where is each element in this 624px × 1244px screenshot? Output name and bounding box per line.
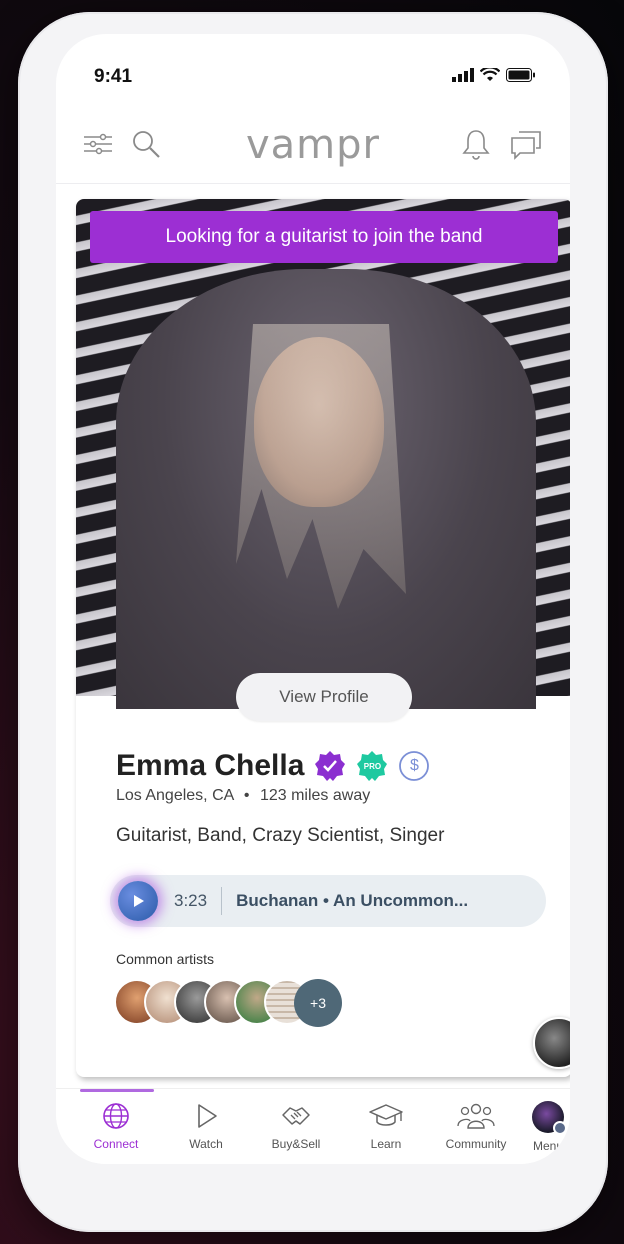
battery-icon xyxy=(506,68,535,82)
track-duration: 3:23 xyxy=(174,891,208,910)
play-icon xyxy=(134,895,144,907)
track-title: Buchanan • An Uncommon... xyxy=(236,891,469,910)
app-screen: 9:41 vampr Looking for a guitarist to jo… xyxy=(56,34,570,1164)
common-artists-label: Common artists xyxy=(116,951,215,967)
bell-icon xyxy=(462,130,490,160)
tab-label: Connect xyxy=(93,1137,139,1151)
more-artists-count[interactable]: +3 xyxy=(294,979,342,1027)
status-time: 9:41 xyxy=(94,66,133,87)
people-icon xyxy=(457,1103,495,1129)
messages-button[interactable] xyxy=(508,126,544,162)
phone-frame: 9:41 vampr Looking for a guitarist to jo… xyxy=(18,12,608,1232)
tab-label: Buy&Sell xyxy=(271,1137,321,1151)
tab-label: Watch xyxy=(189,1137,223,1151)
handshake-icon xyxy=(282,1107,310,1125)
profile-location-row: Los Angeles, CA • 123 miles away xyxy=(116,787,370,805)
view-profile-button[interactable]: View Profile xyxy=(236,673,412,721)
signal-icon xyxy=(452,68,474,82)
tab-label: Menu xyxy=(532,1139,564,1153)
play-button[interactable] xyxy=(118,881,158,921)
dollar-badge-text: $ xyxy=(409,757,419,774)
chat-icon xyxy=(511,131,541,160)
tab-label: Community xyxy=(445,1137,507,1151)
graduation-cap-icon xyxy=(369,1104,403,1126)
bottom-tab-bar: Connect Watch Buy&Sell Learn Community M… xyxy=(56,1088,570,1164)
profile-distance: 123 miles away xyxy=(259,787,371,804)
globe-icon xyxy=(103,1103,129,1129)
wifi-icon xyxy=(480,68,500,81)
menu-badge-icon xyxy=(553,1121,567,1135)
audio-player[interactable]: 3:23 Buchanan • An Uncommon... xyxy=(110,875,546,927)
pro-badge-text: PRO xyxy=(363,761,382,771)
profile-photo[interactable]: Looking for a guitarist to join the band xyxy=(76,199,570,709)
tab-menu[interactable]: Menu xyxy=(526,1101,570,1153)
menu-avatar-icon xyxy=(532,1101,567,1135)
active-tab-indicator xyxy=(80,1089,154,1092)
verified-icon xyxy=(315,751,346,781)
player-divider xyxy=(221,887,223,915)
common-artists-list[interactable]: +3 xyxy=(114,979,342,1027)
tab-community[interactable]: Community xyxy=(436,1101,516,1151)
app-header: vampr xyxy=(56,106,570,184)
play-icon xyxy=(198,1104,217,1128)
profile-tags: Guitarist, Band, Crazy Scientist, Singer xyxy=(116,825,445,846)
notifications-button[interactable] xyxy=(458,126,494,162)
tab-label: Learn xyxy=(370,1137,402,1151)
status-bar: 9:41 xyxy=(56,34,570,106)
tab-learn[interactable]: Learn xyxy=(346,1101,426,1151)
status-icons xyxy=(452,68,536,82)
location-separator: • xyxy=(243,787,250,804)
tab-connect[interactable]: Connect xyxy=(76,1101,156,1151)
name-row: Emma Chella PRO $ xyxy=(116,749,430,783)
looking-for-banner: Looking for a guitarist to join the band xyxy=(90,211,558,263)
dollar-badge: $ xyxy=(398,750,430,782)
pro-badge: PRO xyxy=(356,750,388,782)
tab-buy-sell[interactable]: Buy&Sell xyxy=(256,1101,336,1151)
profile-card[interactable]: Looking for a guitarist to join the band… xyxy=(76,199,570,1077)
profile-name: Emma Chella xyxy=(116,749,305,782)
verified-badge xyxy=(314,750,346,782)
profile-location: Los Angeles, CA xyxy=(116,787,234,804)
tab-watch[interactable]: Watch xyxy=(166,1101,246,1151)
